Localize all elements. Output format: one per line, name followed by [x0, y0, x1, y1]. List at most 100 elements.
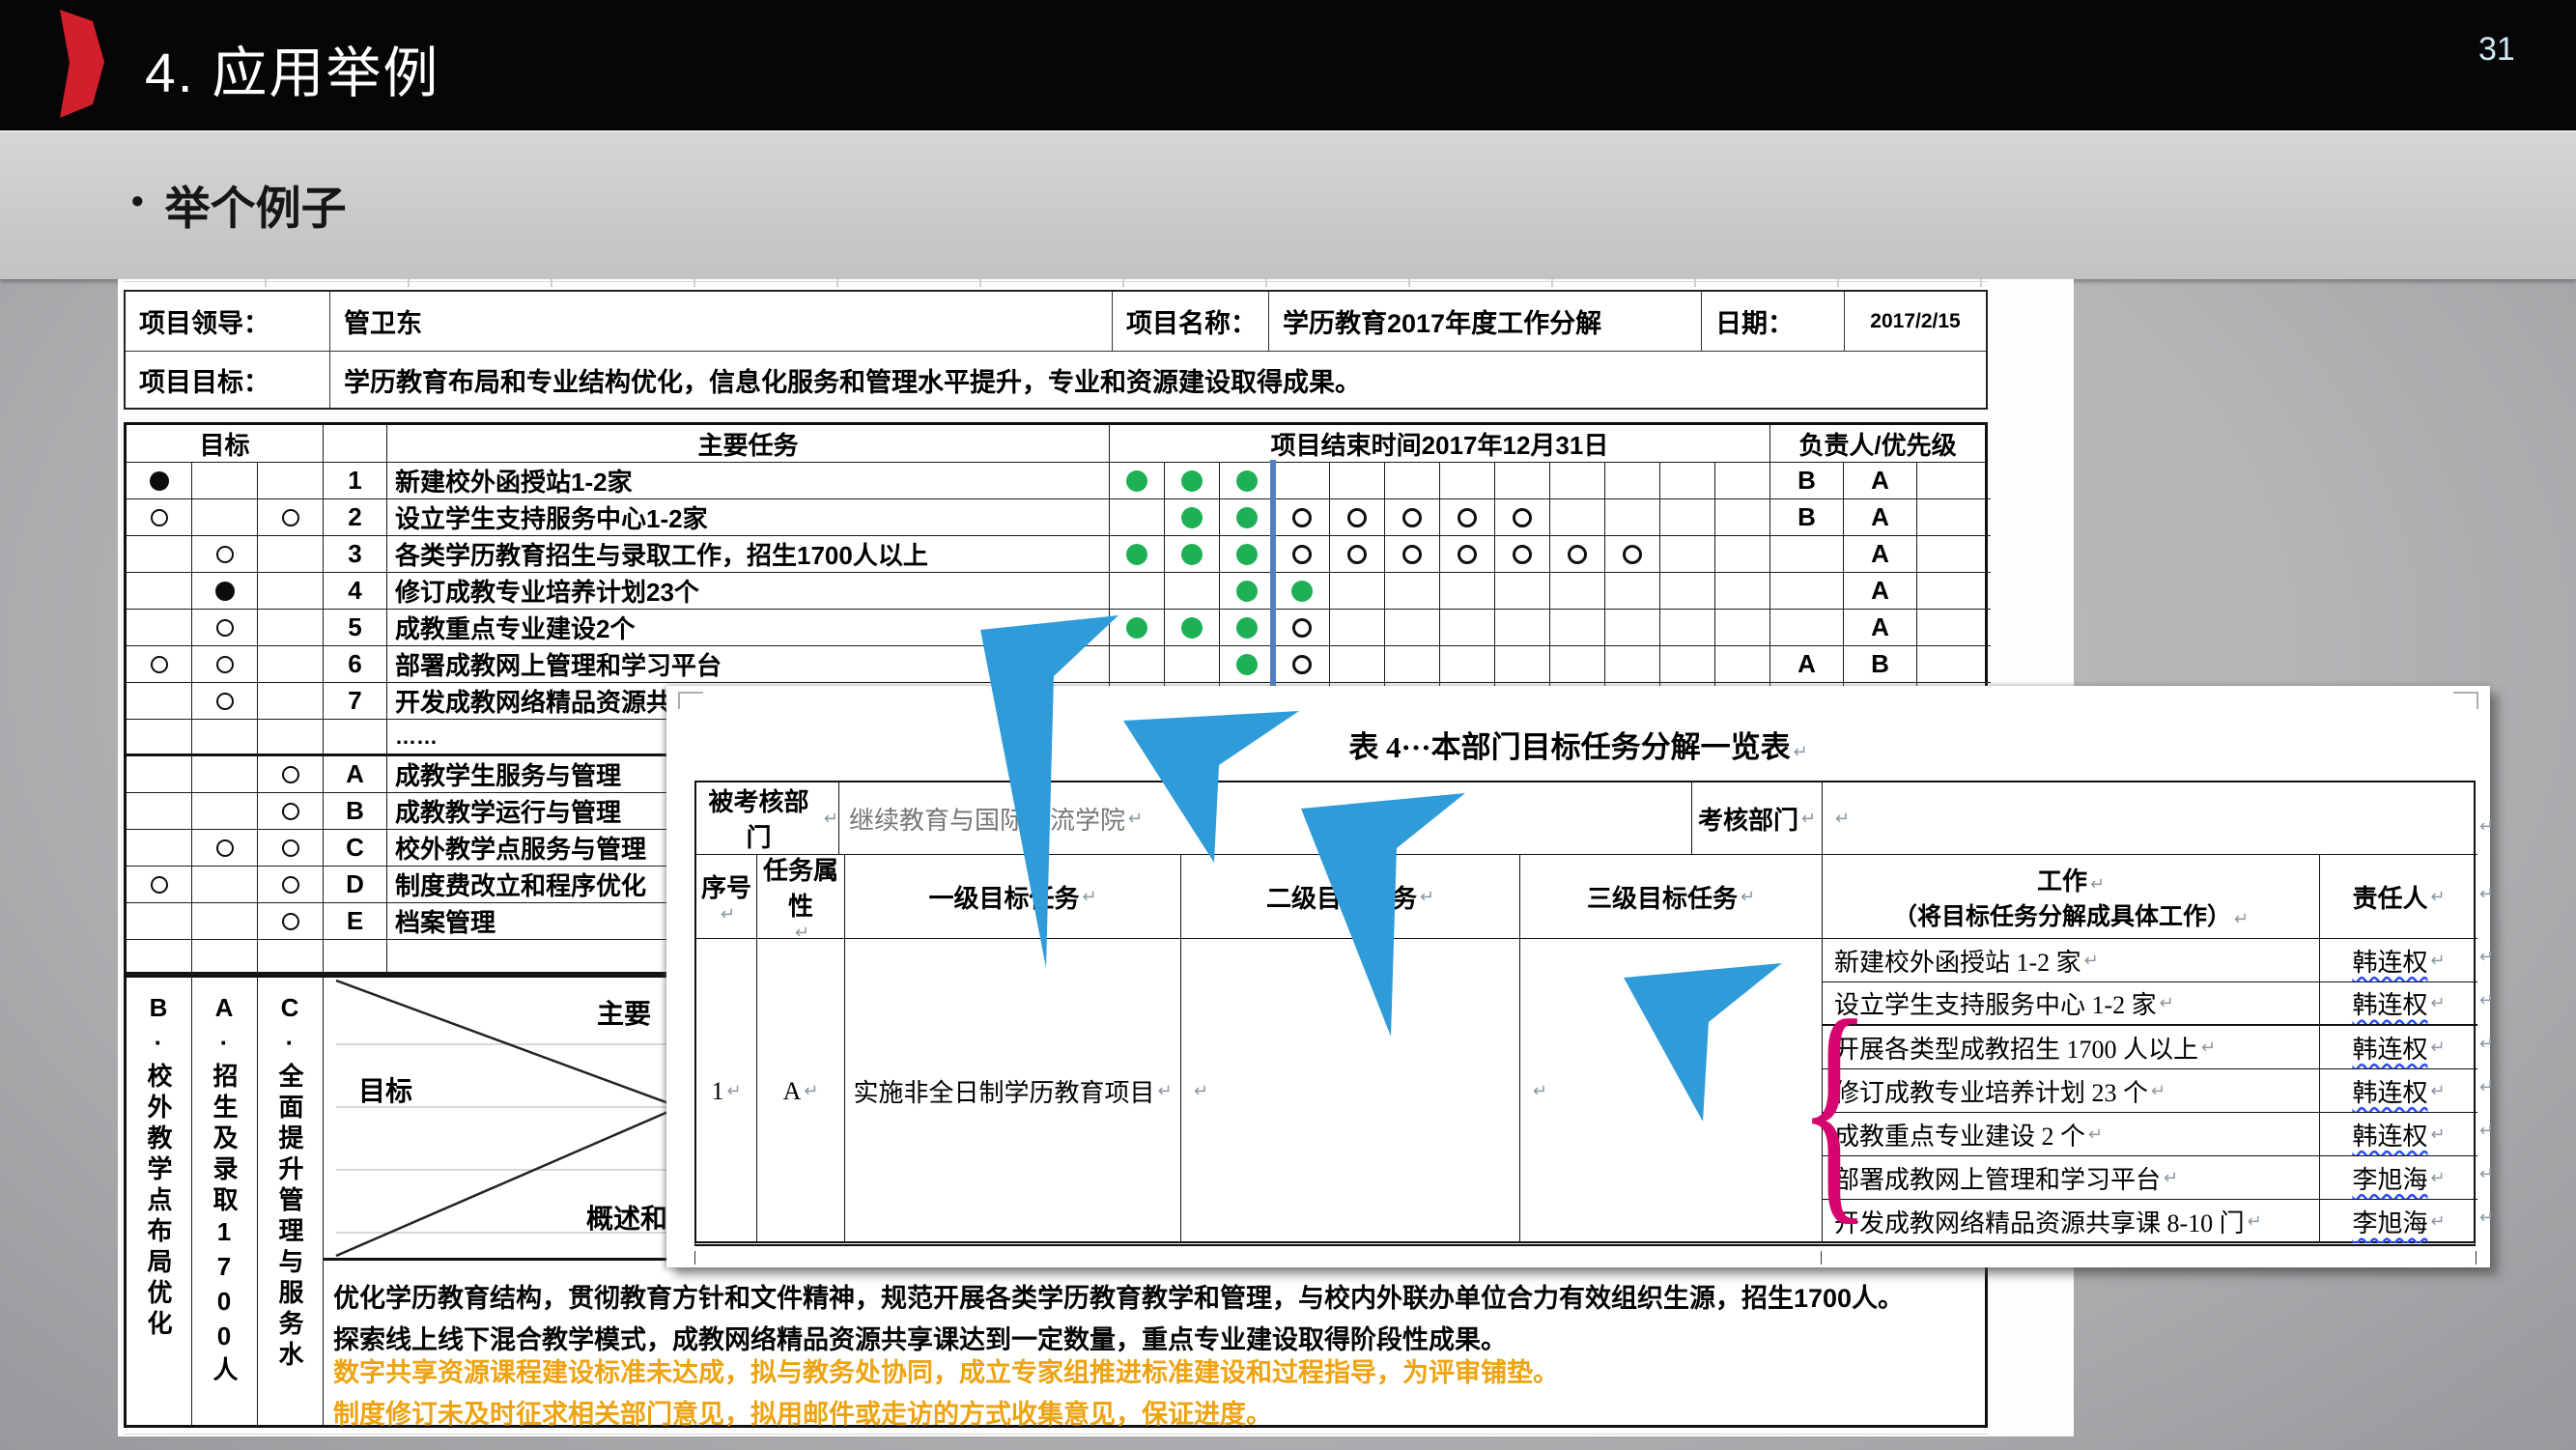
- month-cell: [1550, 610, 1605, 646]
- month-cell: [1715, 610, 1770, 646]
- owner-cell: [1770, 610, 1844, 646]
- pilcrow-icon: ↵: [824, 809, 838, 829]
- date-label: 日期：: [1702, 292, 1845, 352]
- excel-grid-ticks: [124, 279, 1988, 287]
- task-no-cell: 1: [324, 463, 387, 499]
- column-header-3: 一级目标任务↵: [845, 855, 1181, 939]
- month-cell: [1550, 499, 1605, 536]
- task-dot-hollow: [1292, 618, 1312, 638]
- goal-mark-hollow: [216, 619, 234, 637]
- task-no-cell: C: [324, 830, 387, 867]
- body-cell-3: 实施非全日制学历教育项目↵: [845, 939, 1181, 1243]
- month-cell: [1275, 646, 1330, 683]
- overlay-table-title: 表 4···本部门目标任务分解一览表↵: [666, 723, 2490, 766]
- month-cell: [1385, 536, 1440, 573]
- pilcrow-icon: ↵: [1157, 1081, 1172, 1101]
- goal-mark-hollow: [151, 509, 168, 526]
- month-cell: [1385, 610, 1440, 646]
- pilcrow-icon: ↵: [2248, 1211, 2262, 1232]
- month-cell: [1165, 499, 1220, 536]
- month-cell: [1330, 499, 1385, 536]
- task-no-cell: [324, 720, 387, 756]
- task-no-cell: 7: [324, 683, 387, 720]
- goal-mark-hollow: [282, 876, 299, 894]
- month-cell: [1275, 499, 1330, 536]
- month-cell: [1440, 536, 1495, 573]
- task-dot-solid: [1236, 470, 1258, 492]
- goal-mark-cell: [127, 940, 192, 975]
- task-no-cell: B: [324, 793, 387, 830]
- dept-label: 被考核部门↵: [696, 782, 839, 855]
- goal-mark-hollow: [151, 876, 168, 894]
- goal-mark-hollow: [216, 839, 234, 857]
- month-cell: [1550, 463, 1605, 499]
- pilcrow-icon: ↵: [1082, 887, 1096, 907]
- pilcrow-icon: ↵: [2160, 993, 2174, 1013]
- month-cell: [1110, 646, 1165, 683]
- goal-mark-hollow: [282, 913, 299, 930]
- owner-cell: A: [1844, 610, 1917, 646]
- owner-cell: B: [1844, 646, 1917, 683]
- month-cell: [1220, 646, 1275, 683]
- task-dot-solid: [1181, 470, 1203, 492]
- month-cell: [1220, 463, 1275, 499]
- owner-cell: A: [1770, 646, 1844, 683]
- goal-mark-cell: [192, 646, 258, 683]
- task-no-cell: D: [324, 867, 387, 903]
- task-dot-solid: [1181, 544, 1203, 565]
- goal-value: 学历教育布局和专业结构优化，信息化服务和管理水平提升，专业和资源建设取得成果。: [330, 352, 1986, 408]
- word-boundary-corner-icon: [2453, 692, 2478, 709]
- goal-mark-cell: [258, 940, 324, 975]
- goal-mark-solid: [150, 471, 169, 491]
- pilcrow-icon: ↵: [1420, 887, 1434, 907]
- timeline-header: 项目结束时间2017年12月31日: [1110, 425, 1770, 463]
- page-title: 4. 应用举例: [145, 29, 439, 108]
- bullet-line: •举个例子: [131, 171, 347, 238]
- pilcrow-icon: ↵: [2430, 1211, 2445, 1232]
- leader-label: 项目领导：: [126, 292, 330, 352]
- goal-mark-cell: [192, 573, 258, 610]
- work-item-cell: 设立学生支持服务中心 1-2 家↵: [1823, 982, 2320, 1026]
- task-text-cell: 设立学生支持服务中心1-2家: [387, 499, 1110, 536]
- month-cell: [1440, 463, 1495, 499]
- pilcrow-icon: ↵: [2151, 1081, 2166, 1101]
- pilcrow-icon: ↵: [2084, 951, 2099, 971]
- owner-name-cell: 韩连权↵: [2320, 1026, 2477, 1069]
- goal-mark-solid: [215, 582, 235, 601]
- goal-mark-cell: [127, 756, 192, 793]
- month-cell: [1605, 610, 1660, 646]
- pilcrow-icon: ↵: [2430, 1038, 2445, 1058]
- owner-name-cell: 韩连权↵: [2320, 1113, 2477, 1156]
- word-overlay: 表 4···本部门目标任务分解一览表↵ 被考核部门↵继续教育与国际交流学院↵考核…: [666, 686, 2490, 1267]
- goal-mark-hollow: [216, 693, 234, 710]
- owner-cell: [1917, 573, 1991, 610]
- month-cell: [1220, 573, 1275, 610]
- diagram-goal-label: 目标: [358, 1070, 412, 1109]
- goal-mark-cell: [127, 793, 192, 830]
- task-no-cell: 3: [324, 536, 387, 573]
- goal-mark-cell: [127, 683, 192, 720]
- diagram-main-label: 主要: [597, 993, 651, 1032]
- goal-mark-cell: [192, 793, 258, 830]
- assessor-label: 考核部门↵: [1692, 782, 1823, 855]
- pilcrow-icon: ↵: [721, 904, 735, 924]
- month-cell: [1605, 573, 1660, 610]
- goal-mark-hollow: [216, 656, 234, 673]
- month-cell: [1495, 463, 1550, 499]
- goal-mark-cell: [192, 720, 258, 756]
- month-cell: [1275, 610, 1330, 646]
- task-text-cell: 新建校外函授站1-2家: [387, 463, 1110, 499]
- month-cell: [1110, 573, 1165, 610]
- owner-name-cell: 韩连权↵: [2320, 939, 2477, 982]
- month-cell: [1660, 499, 1715, 536]
- task-dot-hollow: [1458, 508, 1477, 527]
- pilcrow-icon: ↵: [1801, 809, 1816, 829]
- pilcrow-icon: ↵: [1533, 1081, 1547, 1101]
- goal-mark-cell: [127, 720, 192, 756]
- owner-cell: B: [1770, 499, 1844, 536]
- goal-mark-hollow: [282, 766, 299, 783]
- task-dot-hollow: [1623, 545, 1642, 564]
- row-end-pilcrow-icon: ↵: [2479, 1121, 2494, 1141]
- month-cell: [1275, 573, 1330, 610]
- month-cell: [1330, 573, 1385, 610]
